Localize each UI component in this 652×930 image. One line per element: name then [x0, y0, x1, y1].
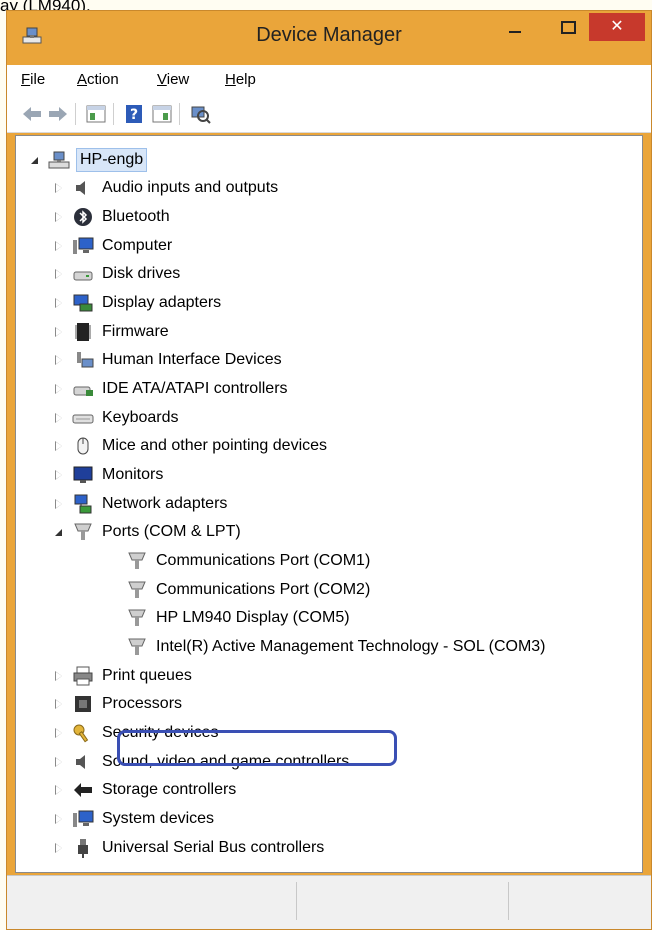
caption-text: ay (LM940). — [0, 0, 91, 15]
hid-icon — [77, 351, 94, 367]
toolbar-separator — [113, 103, 114, 125]
tree-item-com1[interactable]: Communications Port (COM1) — [126, 547, 372, 574]
menu-action[interactable]: Action — [77, 71, 119, 88]
speaker-icon — [76, 180, 85, 195]
network-adapter-icon — [74, 494, 92, 513]
expand-arrow-icon[interactable] — [54, 211, 64, 222]
tree-item-monitors[interactable]: Monitors — [54, 461, 165, 488]
collapse-arrow-icon[interactable] — [30, 155, 40, 165]
expand-arrow-icon[interactable] — [54, 727, 64, 738]
status-pane-main — [7, 882, 297, 920]
status-bar — [7, 875, 651, 929]
expand-arrow-icon[interactable] — [54, 383, 64, 394]
highlight-annotation — [117, 730, 397, 766]
tree-item-firmware[interactable]: Firmware — [54, 318, 171, 345]
keyboard-icon — [72, 414, 94, 423]
computer-network-icon — [48, 151, 70, 168]
back-arrow-icon[interactable] — [21, 103, 43, 125]
computer-icon — [73, 237, 94, 254]
expand-arrow-icon[interactable] — [54, 240, 64, 251]
help-icon[interactable]: ? — [123, 103, 145, 125]
status-pane-middle — [297, 882, 509, 920]
speaker-icon — [76, 754, 85, 769]
expand-arrow-icon[interactable] — [54, 326, 64, 337]
status-pane-right — [509, 882, 651, 920]
tree-item-disk-drives[interactable]: Disk drives — [54, 260, 182, 287]
menu-help[interactable]: Help — [225, 71, 256, 88]
tree-item-storage-controllers[interactable]: Storage controllers — [54, 776, 238, 803]
expand-arrow-icon[interactable] — [54, 469, 64, 480]
close-icon: ✕ — [610, 18, 624, 35]
tree-item-processors[interactable]: Processors — [54, 690, 184, 717]
mouse-icon — [77, 437, 89, 454]
forward-arrow-icon[interactable] — [47, 103, 69, 125]
expand-arrow-icon[interactable] — [54, 813, 64, 824]
svg-text:?: ? — [130, 107, 138, 123]
storage-controller-icon — [74, 782, 92, 797]
tree-item-ide-ata-controllers[interactable]: IDE ATA/ATAPI controllers — [54, 375, 290, 402]
tree-item-mice[interactable]: Mice and other pointing devices — [54, 432, 329, 459]
minimize-button[interactable] — [495, 13, 535, 41]
tree-item-com2[interactable]: Communications Port (COM2) — [126, 576, 372, 603]
tree-item-keyboards[interactable]: Keyboards — [54, 404, 181, 431]
toolbar-separator — [75, 103, 76, 125]
port-connector-icon — [128, 552, 146, 569]
tree-item-display-adapters[interactable]: Display adapters — [54, 289, 223, 316]
tree-item-usb-controllers[interactable]: Universal Serial Bus controllers — [54, 834, 326, 861]
tree-item-computer[interactable]: Computer — [54, 232, 174, 259]
expand-arrow-icon[interactable] — [54, 784, 64, 795]
port-connector-icon — [128, 638, 146, 655]
scan-hardware-icon[interactable] — [189, 103, 211, 125]
display-adapter-icon — [73, 294, 93, 311]
device-manager-window: Device Manager ✕ File Action View Help ? — [6, 10, 652, 930]
monitor-icon — [73, 466, 93, 483]
port-connector-icon — [74, 523, 92, 540]
maximize-button[interactable] — [547, 13, 587, 41]
expand-arrow-icon[interactable] — [54, 756, 64, 767]
expand-arrow-icon[interactable] — [54, 842, 64, 853]
expand-arrow-icon[interactable] — [54, 498, 64, 509]
tree-item-network-adapters[interactable]: Network adapters — [54, 490, 229, 517]
expand-arrow-icon[interactable] — [54, 440, 64, 451]
tree-item-intel-amt-sol[interactable]: Intel(R) Active Management Technology - … — [126, 633, 548, 660]
properties-icon[interactable] — [85, 103, 107, 125]
expand-arrow-icon[interactable] — [54, 698, 64, 709]
printer-icon — [73, 666, 93, 685]
collapse-arrow-icon[interactable] — [54, 527, 64, 537]
tree-item-print-queues[interactable]: Print queues — [54, 662, 194, 689]
menu-file[interactable]: File — [21, 71, 45, 88]
expand-arrow-icon[interactable] — [54, 354, 64, 365]
port-connector-icon — [128, 581, 146, 598]
computer-icon — [73, 810, 94, 827]
tree-root-label: HP-engb — [76, 147, 148, 172]
tree-item-human-interface-devices[interactable]: Human Interface Devices — [54, 346, 284, 373]
firmware-chip-icon — [75, 322, 91, 341]
device-tree[interactable]: HP-engb Audio inputs and outputs Bluetoo… — [15, 135, 643, 873]
tree-item-ports[interactable]: Ports (COM & LPT) — [54, 518, 243, 545]
processor-icon — [75, 695, 91, 712]
toolbar-separator — [179, 103, 180, 125]
action-pane-icon[interactable] — [151, 103, 173, 125]
expand-arrow-icon[interactable] — [54, 412, 64, 423]
usb-plug-icon — [78, 838, 88, 858]
expand-arrow-icon[interactable] — [54, 268, 64, 279]
expand-arrow-icon[interactable] — [54, 182, 64, 193]
bluetooth-icon — [74, 207, 92, 226]
tree-item-system-devices[interactable]: System devices — [54, 805, 216, 832]
tree-item-bluetooth[interactable]: Bluetooth — [54, 203, 172, 230]
tree-item-hp-lm940-display[interactable]: HP LM940 Display (COM5) — [126, 604, 352, 631]
port-connector-icon — [128, 609, 146, 626]
tree-root-node[interactable]: HP-engb — [30, 146, 148, 173]
ide-controller-icon — [73, 386, 93, 396]
tree-item-audio-inputs[interactable]: Audio inputs and outputs — [54, 174, 280, 201]
toolbar: ? — [7, 95, 651, 133]
close-button[interactable]: ✕ — [589, 13, 645, 41]
menu-view[interactable]: View — [157, 71, 189, 88]
menu-bar: File Action View Help — [7, 65, 651, 95]
expand-arrow-icon[interactable] — [54, 297, 64, 308]
title-bar[interactable]: Device Manager ✕ — [7, 11, 651, 65]
expand-arrow-icon[interactable] — [54, 670, 64, 681]
security-key-icon — [73, 724, 89, 742]
disk-drive-icon — [73, 271, 93, 280]
